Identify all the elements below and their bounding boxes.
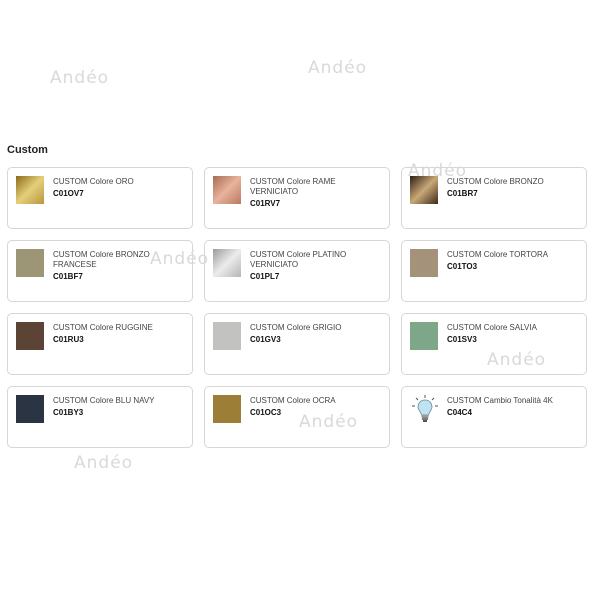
color-code: C01BY3 bbox=[53, 408, 84, 417]
color-name: CUSTOM Colore ORO bbox=[53, 177, 134, 186]
color-text: CUSTOM Colore TORTORA C01TO3 bbox=[447, 250, 582, 272]
color-text: CUSTOM Colore RUGGINE C01RU3 bbox=[53, 323, 188, 345]
color-swatch bbox=[410, 249, 438, 277]
color-name: CUSTOM Colore GRIGIO bbox=[250, 323, 342, 332]
color-text: CUSTOM Colore BLU NAVY C01BY3 bbox=[53, 396, 188, 418]
color-swatch bbox=[16, 322, 44, 350]
color-swatch bbox=[213, 322, 241, 350]
color-swatch bbox=[410, 176, 438, 204]
lightbulb-icon bbox=[412, 395, 438, 422]
color-code: C01RV7 bbox=[250, 199, 281, 208]
watermark: Andéo bbox=[308, 58, 368, 78]
color-code: C01GV3 bbox=[250, 335, 281, 344]
color-code: C01RU3 bbox=[53, 335, 84, 344]
color-card[interactable]: CUSTOM Colore BRONZO C01BR7 bbox=[401, 167, 587, 229]
color-text: CUSTOM Cambio Tonalità 4K C04C4 bbox=[447, 396, 582, 418]
color-text: CUSTOM Colore GRIGIO C01GV3 bbox=[250, 323, 385, 345]
color-code: C04C4 bbox=[447, 408, 472, 417]
color-text: CUSTOM Colore SALVIA C01SV3 bbox=[447, 323, 582, 345]
color-card[interactable]: CUSTOM Colore OCRA C01OC3 bbox=[204, 386, 390, 448]
color-name: CUSTOM Cambio Tonalità 4K bbox=[447, 396, 553, 405]
color-swatch bbox=[410, 322, 438, 350]
watermark: Andéo bbox=[50, 68, 110, 88]
color-swatch bbox=[16, 249, 44, 277]
color-text: CUSTOM Colore OCRA C01OC3 bbox=[250, 396, 385, 418]
color-text: CUSTOM Colore RAME VERNICIATO C01RV7 bbox=[250, 177, 385, 209]
color-code: C01SV3 bbox=[447, 335, 477, 344]
color-code: C01OC3 bbox=[250, 408, 282, 417]
color-name: CUSTOM Colore BRONZO bbox=[447, 177, 544, 186]
color-swatch bbox=[213, 249, 241, 277]
color-text: CUSTOM Colore BRONZO C01BR7 bbox=[447, 177, 582, 199]
color-swatch bbox=[16, 176, 44, 204]
color-swatch bbox=[16, 395, 44, 423]
color-card[interactable]: CUSTOM Colore RAME VERNICIATO C01RV7 bbox=[204, 167, 390, 229]
color-name: CUSTOM Colore OCRA bbox=[250, 396, 336, 405]
color-name: CUSTOM Colore BLU NAVY bbox=[53, 396, 155, 405]
section-title: Custom bbox=[7, 144, 48, 156]
color-code: C01OV7 bbox=[53, 189, 84, 198]
color-name: CUSTOM Colore SALVIA bbox=[447, 323, 537, 332]
color-card[interactable]: CUSTOM Colore TORTORA C01TO3 bbox=[401, 240, 587, 302]
color-card[interactable]: CUSTOM Colore BRONZO FRANCESE C01BF7 bbox=[7, 240, 193, 302]
color-swatch bbox=[213, 176, 241, 204]
color-text: CUSTOM Colore ORO C01OV7 bbox=[53, 177, 188, 199]
color-card[interactable]: CUSTOM Colore ORO C01OV7 bbox=[7, 167, 193, 229]
color-card[interactable]: CUSTOM Colore PLATINO VERNICIATO C01PL7 bbox=[204, 240, 390, 302]
color-code: C01PL7 bbox=[250, 272, 280, 281]
color-swatch bbox=[213, 395, 241, 423]
color-card[interactable]: CUSTOM Colore BLU NAVY C01BY3 bbox=[7, 386, 193, 448]
color-name: CUSTOM Colore PLATINO VERNICIATO bbox=[250, 250, 347, 269]
color-card[interactable]: CUSTOM Cambio Tonalità 4K C04C4 bbox=[401, 386, 587, 448]
color-text: CUSTOM Colore PLATINO VERNICIATO C01PL7 bbox=[250, 250, 385, 282]
color-code: C01BR7 bbox=[447, 189, 478, 198]
color-text: CUSTOM Colore BRONZO FRANCESE C01BF7 bbox=[53, 250, 188, 282]
color-code: C01TO3 bbox=[447, 262, 478, 271]
color-name: CUSTOM Colore RUGGINE bbox=[53, 323, 153, 332]
color-name: CUSTOM Colore RAME VERNICIATO bbox=[250, 177, 336, 196]
color-name: CUSTOM Colore TORTORA bbox=[447, 250, 549, 259]
color-card[interactable]: CUSTOM Colore RUGGINE C01RU3 bbox=[7, 313, 193, 375]
color-name: CUSTOM Colore BRONZO FRANCESE bbox=[53, 250, 150, 269]
watermark: Andéo bbox=[74, 453, 134, 473]
color-code: C01BF7 bbox=[53, 272, 83, 281]
color-card[interactable]: CUSTOM Colore GRIGIO C01GV3 bbox=[204, 313, 390, 375]
color-card[interactable]: CUSTOM Colore SALVIA C01SV3 bbox=[401, 313, 587, 375]
